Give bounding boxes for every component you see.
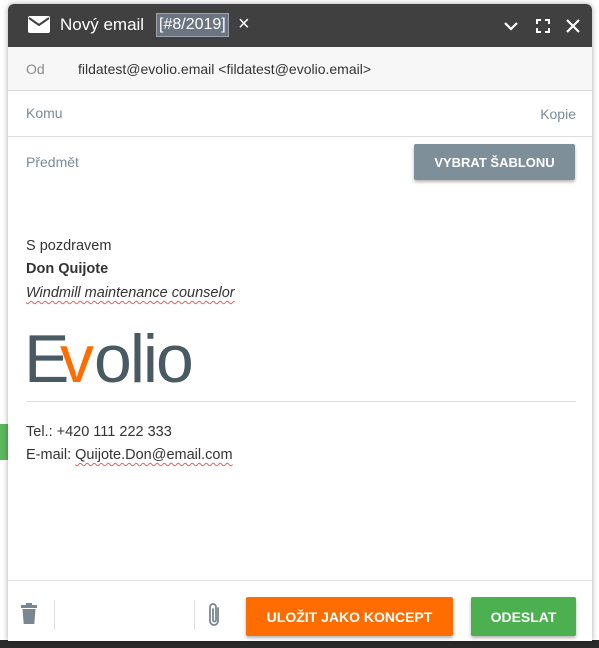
save-draft-button[interactable]: ULOŽIT JAKO KONCEPT xyxy=(246,597,453,636)
footer-separator xyxy=(54,600,55,630)
compose-titlebar[interactable]: Nový email [#8/2019] × xyxy=(8,4,592,47)
tag-close-icon[interactable]: × xyxy=(238,14,250,34)
signature-email: E-mail: Quijote.Don@email.com xyxy=(26,447,233,463)
from-value[interactable]: fildatest@evolio.email <fildatest@evolio… xyxy=(78,61,371,77)
footer-separator xyxy=(194,600,195,630)
trash-icon[interactable] xyxy=(20,603,38,630)
signature-role: Windmill maintenance counselor xyxy=(26,285,235,301)
signature-divider xyxy=(26,401,576,402)
mail-icon xyxy=(28,16,50,38)
select-template-button[interactable]: VYBRAT ŠABLONU xyxy=(414,144,575,180)
from-label: Od xyxy=(26,61,45,77)
to-row[interactable]: Komu Kopie xyxy=(8,91,592,137)
subject-field[interactable]: Předmět xyxy=(26,154,79,170)
signature-greeting: S pozdravem xyxy=(26,238,112,254)
svg-text:v: v xyxy=(60,322,94,388)
send-button[interactable]: ODESLAT xyxy=(471,597,576,636)
signature-name: Don Quijote xyxy=(26,261,109,277)
paperclip-icon[interactable] xyxy=(206,602,224,633)
background-bottom-bar xyxy=(0,640,599,648)
ticket-tag: [#8/2019] xyxy=(156,13,229,37)
email-prefix: E-mail: xyxy=(26,447,76,463)
cc-link[interactable]: Kopie xyxy=(540,106,576,122)
to-label: Komu xyxy=(26,105,63,121)
email-address: Quijote.Don@email.com xyxy=(75,447,233,463)
compose-footer: ULOŽIT JAKO KONCEPT ODESLAT xyxy=(8,580,592,641)
window-title: Nový email xyxy=(60,15,145,34)
signature-phone: Tel.: +420 111 222 333 xyxy=(26,424,172,440)
evolio-logo: E v olio xyxy=(24,321,204,397)
svg-text:olio: olio xyxy=(94,322,192,388)
compose-window: Nový email [#8/2019] × Od fildatest@evol… xyxy=(8,4,592,641)
close-icon[interactable] xyxy=(564,17,582,35)
from-row: Od fildatest@evolio.email <fildatest@evo… xyxy=(8,47,592,91)
fullscreen-icon[interactable] xyxy=(534,17,552,35)
chevron-down-icon[interactable] xyxy=(502,17,520,35)
